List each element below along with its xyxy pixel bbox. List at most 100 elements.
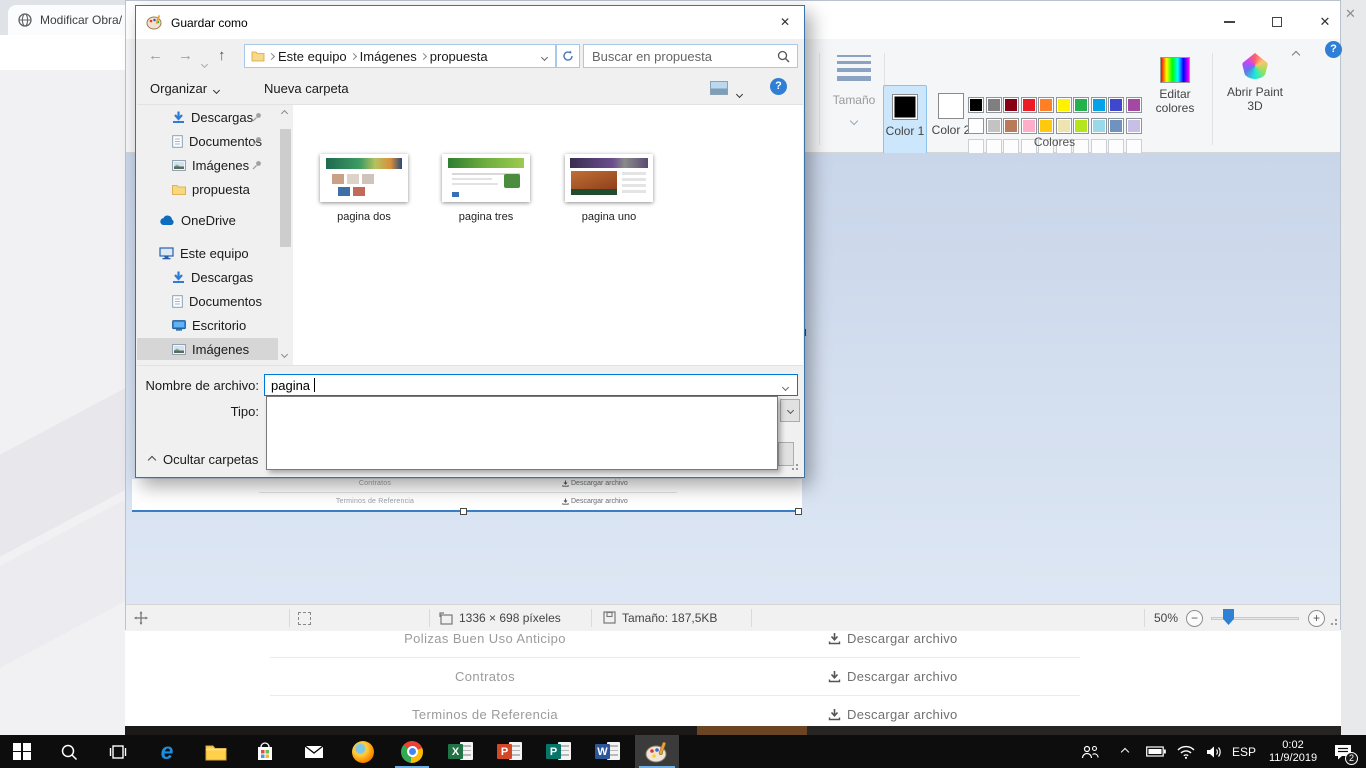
address-dropdown-chevron[interactable]: [542, 47, 547, 65]
people-button[interactable]: [1076, 735, 1104, 768]
zoom-in-button[interactable]: +: [1308, 610, 1325, 627]
breadcrumb-item[interactable]: propuesta: [426, 49, 492, 64]
filename-input[interactable]: pagina: [264, 374, 798, 396]
selection-handle-bottom[interactable]: [460, 508, 467, 515]
sidebar-scrollbar[interactable]: [278, 105, 293, 365]
palette-color[interactable]: [968, 97, 984, 113]
breadcrumb-item[interactable]: Imágenes: [356, 49, 421, 64]
scroll-down-icon[interactable]: [281, 351, 288, 358]
sidebar-item-onedrive[interactable]: OneDrive: [137, 209, 278, 231]
zoom-slider-thumb[interactable]: [1223, 609, 1234, 625]
wifi-indicator[interactable]: [1173, 735, 1199, 768]
sidebar-item-descargas[interactable]: Descargas: [137, 106, 278, 128]
cancel-button-partial[interactable]: [778, 442, 794, 466]
size-button[interactable]: Tamaño: [826, 51, 882, 141]
action-center-button[interactable]: 2: [1326, 735, 1360, 768]
download-link[interactable]: Descargar archivo: [828, 631, 958, 646]
palette-color[interactable]: [1091, 97, 1107, 113]
taskbar-chrome[interactable]: [390, 735, 434, 768]
dialog-help-button[interactable]: ?: [770, 78, 787, 95]
taskbar-paint-active[interactable]: [635, 735, 679, 768]
taskbar-powerpoint[interactable]: P: [488, 735, 532, 768]
refresh-button[interactable]: [556, 44, 580, 68]
battery-indicator[interactable]: [1142, 735, 1170, 768]
organize-button[interactable]: Organizar: [150, 81, 219, 96]
palette-color[interactable]: [1108, 118, 1124, 134]
taskbar-word[interactable]: W: [586, 735, 630, 768]
canvas-image[interactable]: Contratos Descargar archivo Terminos de …: [132, 479, 802, 512]
filetype-dropdown-button[interactable]: [780, 399, 800, 422]
breadcrumb-bar[interactable]: Este equipo Imágenes propuesta: [244, 44, 556, 68]
taskbar-publisher[interactable]: P: [537, 735, 581, 768]
palette-color[interactable]: [1056, 118, 1072, 134]
sidebar-item-documentos-2[interactable]: Documentos: [137, 290, 278, 312]
filename-dropdown-chevron[interactable]: [783, 378, 788, 393]
selection-handle-corner[interactable]: [795, 508, 802, 515]
taskbar-store[interactable]: [243, 735, 287, 768]
palette-color[interactable]: [1003, 118, 1019, 134]
taskbar-file-explorer[interactable]: [194, 735, 238, 768]
file-name[interactable]: pagina tres: [442, 211, 530, 223]
file-thumbnail-pagina-uno[interactable]: [565, 154, 653, 202]
view-mode-chevron[interactable]: [737, 85, 742, 100]
palette-color[interactable]: [1108, 97, 1124, 113]
file-name[interactable]: pagina dos: [320, 211, 408, 223]
open-paint3d-button[interactable]: Abrir Paint 3D: [1222, 49, 1288, 113]
tray-overflow-button[interactable]: [1113, 735, 1137, 768]
taskbar-mail[interactable]: [292, 735, 336, 768]
file-thumbnail-pagina-dos[interactable]: [320, 154, 408, 202]
palette-color[interactable]: [1073, 97, 1089, 113]
download-link[interactable]: Descargar archivo: [828, 707, 958, 722]
palette-color[interactable]: [1091, 118, 1107, 134]
taskbar-firefox[interactable]: [341, 735, 385, 768]
help-button[interactable]: ?: [1325, 41, 1342, 58]
recent-locations-chevron[interactable]: [202, 54, 207, 72]
search-icon[interactable]: [777, 50, 790, 63]
file-name[interactable]: pagina uno: [565, 211, 653, 223]
sidebar-item-documentos[interactable]: Documentos: [137, 130, 278, 152]
sidebar-item-escritorio[interactable]: Escritorio: [137, 314, 278, 336]
language-indicator[interactable]: ESP: [1228, 735, 1260, 768]
collapse-ribbon-button[interactable]: [1293, 45, 1299, 63]
palette-color[interactable]: [1073, 118, 1089, 134]
palette-color[interactable]: [1126, 118, 1142, 134]
scroll-up-icon[interactable]: [281, 110, 288, 117]
up-button[interactable]: ↑: [218, 47, 226, 64]
edit-colors-button[interactable]: Editar colores: [1144, 51, 1206, 115]
sidebar-item-imagenes[interactable]: Imágenes: [137, 154, 278, 176]
new-folder-button[interactable]: Nueva carpeta: [264, 81, 349, 96]
task-view-button[interactable]: [96, 735, 140, 768]
sidebar-item-propuesta[interactable]: propuesta: [137, 178, 278, 200]
close-button[interactable]: ✕: [1308, 11, 1342, 33]
dialog-close-button[interactable]: ✕: [770, 10, 800, 35]
palette-color[interactable]: [1038, 97, 1054, 113]
taskbar-edge[interactable]: e: [145, 735, 189, 768]
clock[interactable]: 0:0211/9/2019: [1262, 735, 1324, 768]
palette-color[interactable]: [1021, 97, 1037, 113]
filename-autocomplete-dropdown[interactable]: [266, 396, 778, 470]
download-link[interactable]: Descargar archivo: [828, 669, 958, 684]
sidebar-item-descargas-2[interactable]: Descargas: [137, 266, 278, 288]
palette-color[interactable]: [986, 118, 1002, 134]
scrollbar-thumb[interactable]: [280, 129, 291, 247]
view-mode-icon[interactable]: [710, 81, 728, 95]
breadcrumb-item[interactable]: Este equipo: [274, 49, 351, 64]
volume-indicator[interactable]: [1201, 735, 1227, 768]
palette-color[interactable]: [1056, 97, 1072, 113]
palette-color[interactable]: [1003, 97, 1019, 113]
search-box[interactable]: Buscar en propuesta: [583, 44, 798, 68]
palette-color[interactable]: [1038, 118, 1054, 134]
palette-color[interactable]: [968, 118, 984, 134]
back-button[interactable]: ←: [148, 47, 163, 64]
hide-folders-button[interactable]: Ocultar carpetas: [149, 452, 258, 467]
taskbar-search-button[interactable]: [47, 735, 91, 768]
forward-button[interactable]: →: [178, 47, 193, 64]
sidebar-item-este-equipo[interactable]: Este equipo: [137, 242, 278, 264]
palette-color[interactable]: [1021, 118, 1037, 134]
zoom-out-button[interactable]: −: [1186, 610, 1203, 627]
start-button[interactable]: [0, 735, 44, 768]
palette-color[interactable]: [986, 97, 1002, 113]
taskbar-excel[interactable]: X: [439, 735, 483, 768]
minimize-button[interactable]: [1212, 11, 1246, 33]
maximize-button[interactable]: [1260, 11, 1294, 33]
